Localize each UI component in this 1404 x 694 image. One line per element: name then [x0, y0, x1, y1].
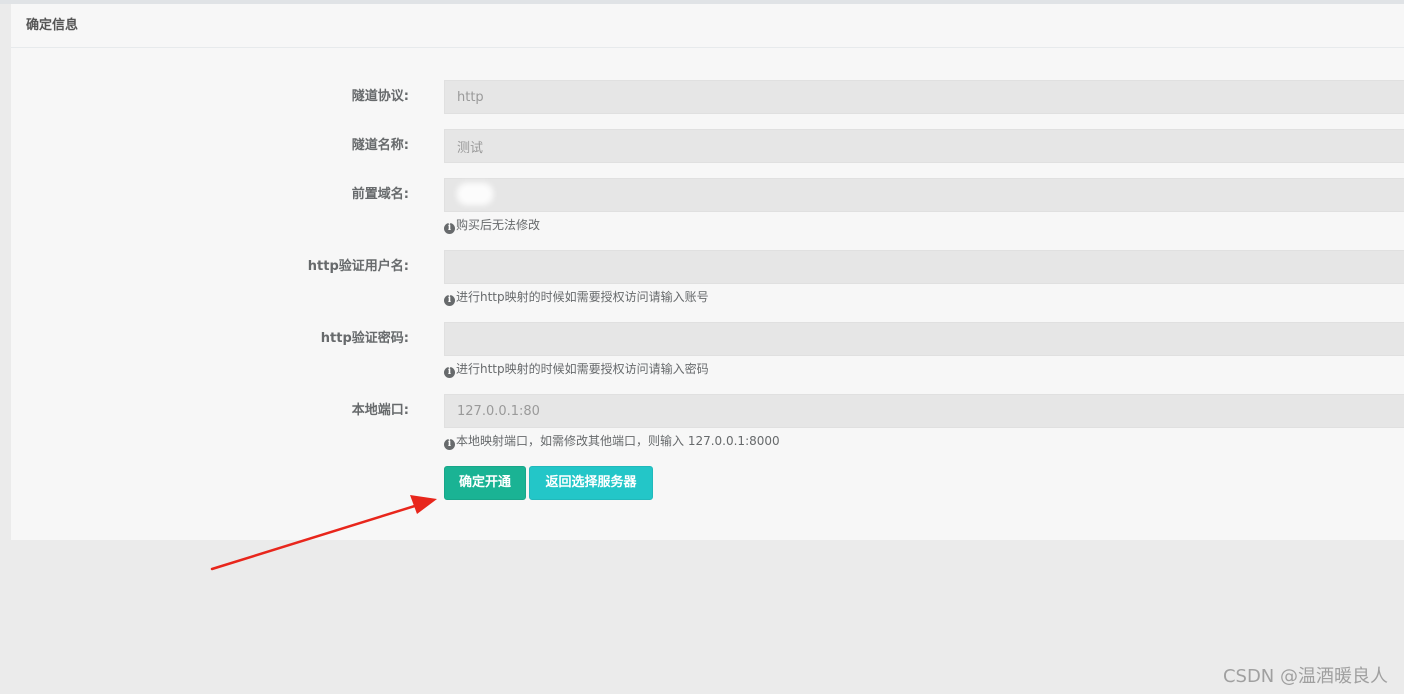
http-password-help: i 进行http映射的时候如需要授权访问请输入密码	[444, 362, 709, 378]
confirm-info-panel: 确定信息 隧道协议: 隧道名称: 前置域名: i购买后无法修改 http验证用户…	[11, 4, 1404, 540]
local-port-help-text: 本地映射端口，如需修改其他端口，则输入 127.0.0.1:8000	[456, 434, 780, 448]
local-port-field[interactable]	[444, 394, 1404, 428]
http-password-label: http验证密码:	[320, 331, 409, 346]
protocol-field[interactable]	[444, 80, 1404, 114]
info-circle-icon: i	[444, 223, 455, 234]
prefix-domain-label: 前置域名:	[351, 187, 409, 202]
panel-title: 确定信息	[11, 4, 1404, 48]
info-circle-icon: i	[444, 367, 455, 378]
info-circle-icon: i	[444, 439, 455, 450]
http-password-field[interactable]	[444, 322, 1404, 356]
http-user-label: http验证用户名:	[307, 259, 409, 274]
tunnel-name-label: 隧道名称:	[351, 138, 409, 153]
prefix-domain-field[interactable]	[444, 178, 1404, 212]
http-user-field[interactable]	[444, 250, 1404, 284]
csdn-watermark: CSDN @温酒暖良人	[1222, 666, 1388, 687]
http-user-help-text: 进行http映射的时候如需要授权访问请输入账号	[456, 290, 709, 304]
redacted-value	[457, 183, 493, 205]
local-port-label: 本地端口:	[351, 403, 409, 418]
confirm-open-button[interactable]: 确定开通	[444, 466, 526, 500]
http-user-help: i 进行http映射的时候如需要授权访问请输入账号	[444, 290, 709, 306]
prefix-domain-help: i 购买后无法修改	[444, 218, 540, 234]
tunnel-name-field[interactable]	[444, 129, 1404, 163]
http-password-help-text: 进行http映射的时候如需要授权访问请输入密码	[456, 362, 709, 376]
info-circle-icon: i	[444, 295, 455, 306]
back-to-server-button[interactable]: 返回选择服务器	[529, 466, 653, 500]
local-port-help: i 本地映射端口，如需修改其他端口，则输入 127.0.0.1:8000	[444, 434, 780, 450]
prefix-domain-help-text: 购买后无法修改	[456, 218, 541, 232]
protocol-label: 隧道协议:	[351, 89, 409, 104]
